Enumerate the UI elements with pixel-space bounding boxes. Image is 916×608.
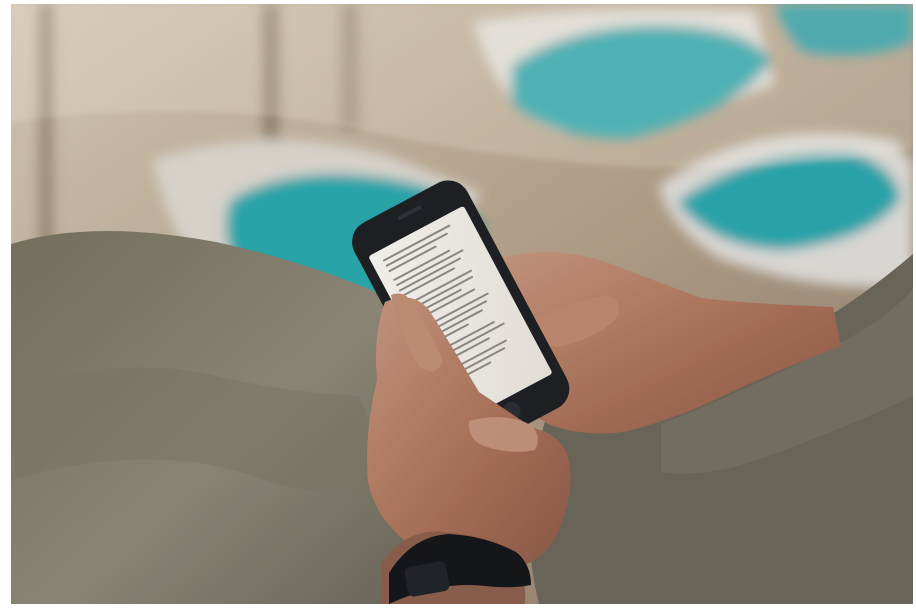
photo-illustration (11, 4, 913, 604)
image-frame (0, 0, 916, 608)
photograph (11, 4, 913, 604)
